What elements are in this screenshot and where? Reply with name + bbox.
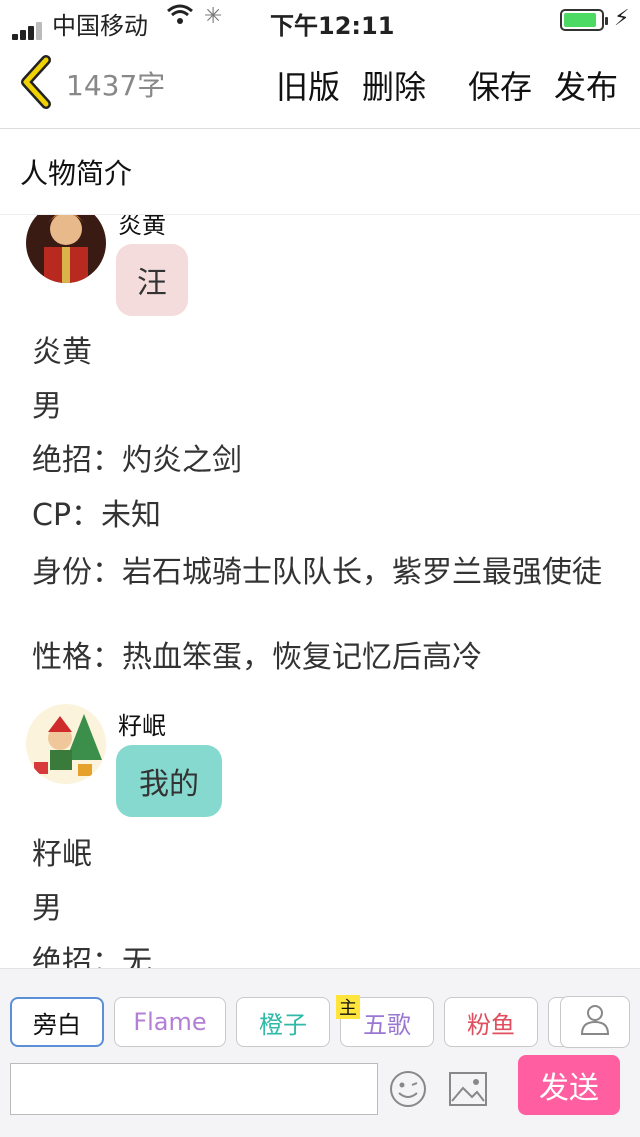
character-name: 籽岷 (118, 712, 166, 740)
send-label: 发送 (539, 1071, 599, 1106)
role-chip-label: 五歌 (363, 1010, 411, 1039)
signal-icon (12, 12, 44, 40)
message-text: 汪 (137, 266, 167, 301)
emoji-icon[interactable] (388, 1069, 428, 1113)
message-text: 我的 (139, 767, 199, 802)
detail-line: CP：未知 (32, 498, 162, 533)
back-chevron-icon[interactable] (14, 54, 58, 110)
section-header: 人物简介 (0, 128, 640, 215)
detail-line: 性格：热血笨蛋，恢复记忆后高冷 (32, 640, 482, 675)
avatar-character-1[interactable] (26, 215, 106, 283)
old-version-button[interactable]: 旧版 (276, 62, 340, 108)
word-count: 1437字 (66, 69, 166, 102)
battery-icon (560, 9, 608, 31)
role-chip-chengzi[interactable]: 橙子 (236, 997, 330, 1047)
detail-line: 男 (32, 389, 62, 424)
carrier-label: 中国移动 (52, 12, 148, 40)
character-name: 炎黄 (118, 215, 166, 239)
role-chip-label: 粉鱼 (467, 1010, 515, 1039)
message-input[interactable] (10, 1063, 378, 1115)
section-title: 人物简介 (20, 157, 133, 190)
person-icon (580, 1003, 610, 1041)
chat-bubble[interactable]: 我的 (116, 745, 222, 817)
detail-line: 身份：岩石城骑士队队长，紫罗兰最强使徒 (32, 555, 602, 590)
detail-line: 绝招：灼炎之剑 (32, 443, 242, 478)
role-chip-label: 橙子 (259, 1010, 307, 1039)
detail-line: 籽岷 (32, 837, 92, 872)
role-chip-label: Flame (133, 1008, 207, 1036)
charging-bolt-icon: ⚡ (614, 6, 630, 31)
avatar-character-2[interactable] (26, 704, 106, 784)
spinner-icon: ✳ (204, 4, 223, 29)
detail-line: 男 (32, 891, 62, 926)
nav-bar: 1437字 旧版 删除 保存 发布 (0, 40, 640, 129)
detail-line: 炎黄 (32, 335, 92, 370)
wifi-icon (166, 4, 194, 32)
story-content[interactable]: 炎黄 汪 炎黄 男 绝招：灼炎之剑 CP：未知 身份：岩石城骑士队队长，紫罗兰最… (0, 215, 640, 968)
delete-button[interactable]: 删除 (362, 62, 426, 108)
status-bar: 中国移动 ✳ 下午12:11 ⚡ (0, 0, 640, 40)
detail-line: 绝招：无 (32, 945, 152, 969)
publish-button[interactable]: 发布 (554, 62, 618, 108)
role-chip-fenyu[interactable]: 粉鱼 (444, 997, 538, 1047)
role-chip-label: 旁白 (33, 1010, 81, 1039)
role-chip-narrator[interactable]: 旁白 (10, 997, 104, 1047)
main-role-badge: 主 (336, 995, 360, 1019)
save-button[interactable]: 保存 (468, 62, 532, 108)
role-manager-button[interactable] (560, 996, 630, 1048)
chat-bubble[interactable]: 汪 (116, 244, 188, 316)
image-icon[interactable] (448, 1071, 488, 1111)
role-chip-flame[interactable]: Flame (114, 997, 226, 1047)
send-button[interactable]: 发送 (518, 1055, 620, 1115)
clock: 下午12:11 (270, 12, 395, 40)
bottom-toolbar: 旁白 Flame 橙子 五歌 主 粉鱼 发送 (0, 968, 640, 1137)
